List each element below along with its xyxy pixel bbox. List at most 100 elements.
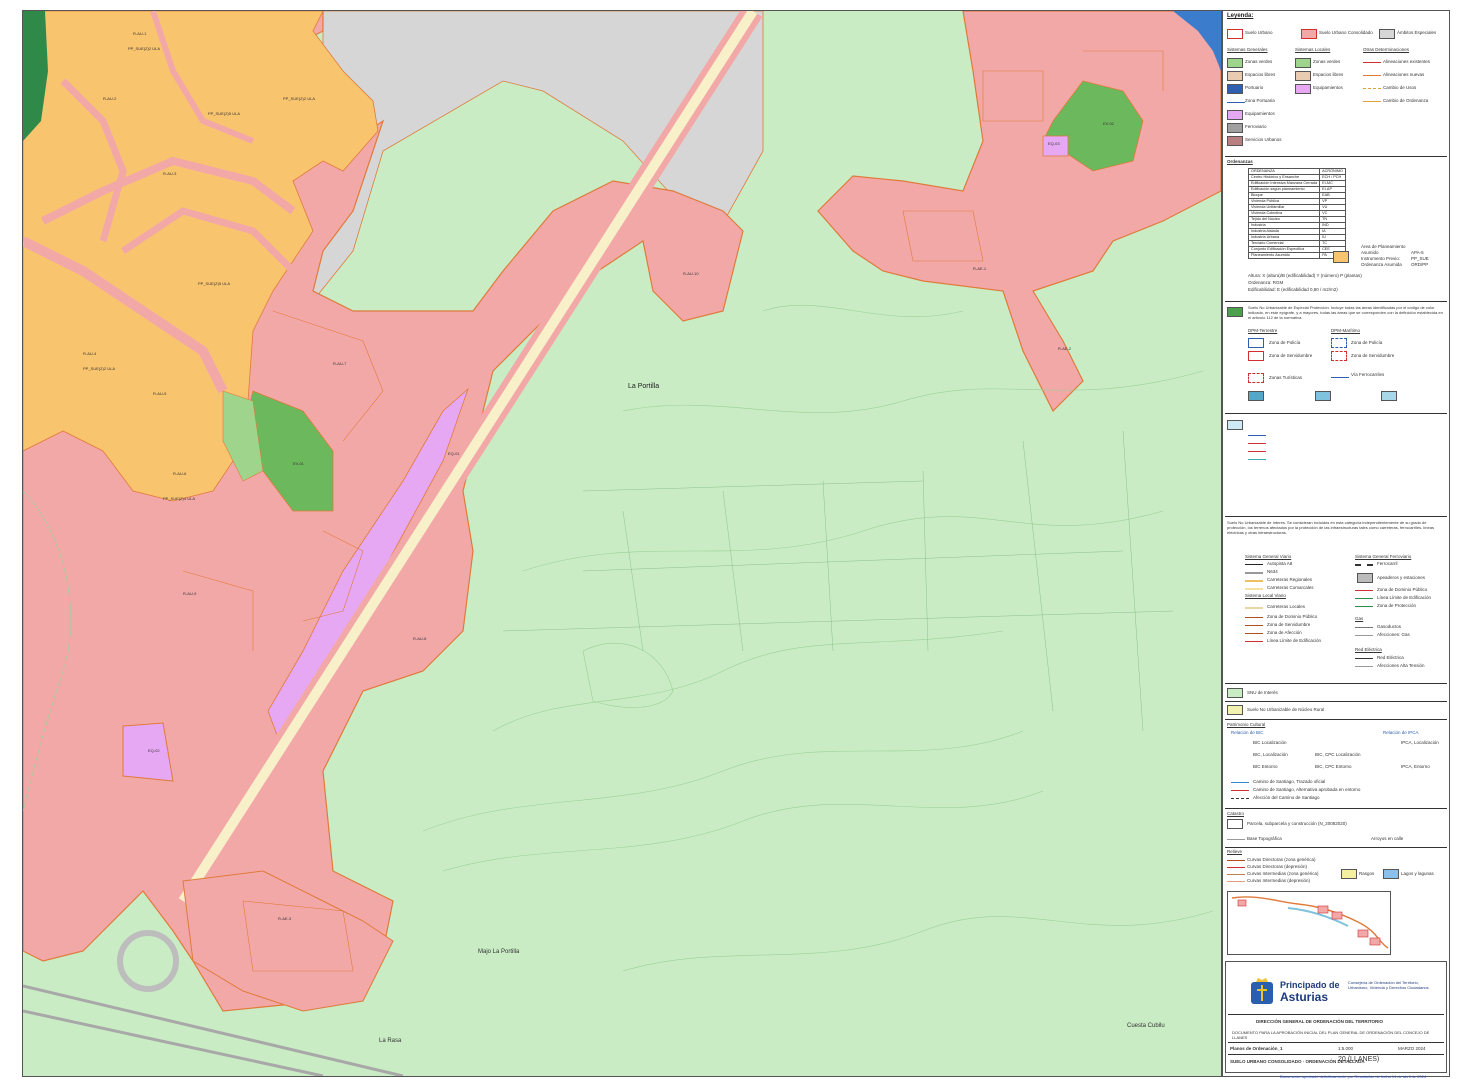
legend-swatch bbox=[1331, 351, 1347, 361]
legend-item: Cambio de Ordenanza bbox=[1383, 98, 1429, 103]
legend-item: Suelo Urbano bbox=[1245, 30, 1273, 35]
legend-title: Leyenda: bbox=[1227, 13, 1254, 19]
legend-line bbox=[1355, 606, 1373, 607]
legend-line bbox=[1231, 790, 1249, 791]
legend-item: Camino de Santiago, Trazado oficial bbox=[1253, 779, 1326, 784]
legend-line bbox=[1355, 598, 1373, 599]
plano-label: Planos de Ordenación_1 bbox=[1230, 1046, 1283, 1051]
patrimonio-title: Patrimonio Cultural bbox=[1227, 722, 1266, 727]
consejeria: Consejería de Ordenación del Territorio,… bbox=[1348, 980, 1429, 990]
legend-item: BIC, CPC Entorno bbox=[1315, 764, 1352, 769]
legend-item: Zonas verdes bbox=[1313, 59, 1341, 64]
legend-swatch bbox=[1379, 29, 1395, 39]
legend-line bbox=[1245, 564, 1263, 565]
legend-item: Línea Límite de Edificación bbox=[1377, 595, 1432, 600]
legend-swatch bbox=[1295, 84, 1311, 94]
legend-item: BIC Entorno bbox=[1253, 764, 1278, 769]
legend-line bbox=[1363, 75, 1381, 76]
zone-code: R-AU-1 bbox=[133, 31, 147, 36]
legend-swatch bbox=[1248, 351, 1264, 361]
zone-code: EQ-01 bbox=[448, 451, 460, 456]
legend-item: Afección del Camino de Santiago bbox=[1253, 795, 1320, 800]
legend-swatch bbox=[1227, 84, 1243, 94]
legend-item: BIC, CPC Localización bbox=[1315, 752, 1361, 757]
legend-item: Línea Límite de Edificación bbox=[1267, 638, 1322, 643]
bic-title: Relación de BIC bbox=[1231, 730, 1264, 735]
legend-header: Otras Determinaciones bbox=[1363, 47, 1410, 52]
legend-line bbox=[1245, 641, 1263, 642]
legend-item: Zona de Afección bbox=[1267, 630, 1302, 635]
legend-line bbox=[1248, 459, 1266, 460]
legend-item: Zona de Policía bbox=[1269, 340, 1301, 345]
zone-code: EV-01 bbox=[293, 461, 304, 466]
legend-line bbox=[1248, 451, 1266, 452]
legend-item: BIC Localización bbox=[1253, 740, 1287, 745]
map-canvas[interactable]: La Portilla Majo La Portilla La Rasa Cue… bbox=[22, 10, 1222, 1077]
legend-item: Apeaderos y estaciones bbox=[1377, 575, 1426, 580]
footer-approval-link[interactable]: Documento aprobado definitivamente por R… bbox=[1280, 1074, 1426, 1079]
legend-item: Cambio de Usos bbox=[1383, 85, 1417, 90]
legend-swatch bbox=[1315, 391, 1331, 401]
legend-item: Espacios libres bbox=[1313, 72, 1344, 77]
alturas-row: Edificabilidad: E (edificabilidad 0,80 /… bbox=[1248, 287, 1338, 292]
escala: 1:5.000 bbox=[1338, 1046, 1354, 1051]
legend-line bbox=[1355, 635, 1373, 636]
legend-swatch bbox=[1227, 819, 1243, 829]
legend-swatch bbox=[1295, 58, 1311, 68]
legend-item: Alineaciones existentes bbox=[1383, 59, 1431, 64]
sector-label: PP_SUE(Z)2 ULA bbox=[83, 366, 116, 371]
legend-swatch bbox=[1341, 869, 1357, 879]
legend-panel: Leyenda: Suelo Urbano Suelo Urbano Conso… bbox=[1222, 10, 1450, 1077]
legend-item: Rasgos bbox=[1359, 871, 1375, 876]
legend-item: Zonas verdes bbox=[1245, 59, 1273, 64]
zone-code: EV-02 bbox=[1103, 121, 1114, 126]
legend-item: Equipamientos bbox=[1313, 85, 1343, 90]
sncpp-paragraph: Suelo No Urbanizable de Especial Protecc… bbox=[1248, 305, 1443, 320]
legend-item: Camino de Santiago, Alternativa aprobada… bbox=[1253, 787, 1361, 792]
place-la-rasa: La Rasa bbox=[379, 1038, 402, 1044]
alturas-row: Ordenanza: RGM bbox=[1248, 280, 1284, 285]
legend-item: Curvas Directoras (depresión) bbox=[1247, 864, 1308, 869]
legend-line bbox=[1363, 62, 1381, 63]
place-majo-la-portilla: Majo La Portilla bbox=[478, 949, 520, 955]
zone-code: R-AU-3 bbox=[163, 171, 177, 176]
legend-line bbox=[1363, 101, 1381, 102]
legend-item: Ámbitos Especiales bbox=[1397, 30, 1437, 35]
alturas-row: Altura: X (altura)/B (edificabilidad) Y … bbox=[1248, 273, 1362, 278]
legend-swatch bbox=[1248, 338, 1264, 348]
legend-item: Parcela, subparcela y construcción (N_20… bbox=[1247, 821, 1347, 826]
legend-side-note: Instrumento Previo: bbox=[1361, 256, 1401, 261]
legend-swatch bbox=[1331, 338, 1347, 348]
legend-line bbox=[1355, 564, 1373, 566]
legend-item: N634 bbox=[1267, 569, 1278, 574]
legend-item: IPCA, Localización bbox=[1401, 740, 1439, 745]
legend-line bbox=[1245, 572, 1263, 574]
costas-title: DPM-Terrestre bbox=[1248, 328, 1278, 333]
zone-code: R-AE-2 bbox=[1058, 346, 1072, 351]
legend-item: Zona de Servidumbre bbox=[1267, 622, 1311, 627]
sector-label: PP_SUE(Z)2 ULA bbox=[283, 96, 316, 101]
legend-line bbox=[1245, 580, 1263, 582]
legend-line bbox=[1231, 782, 1249, 783]
legend-swatch bbox=[1227, 705, 1243, 715]
documento: DOCUMENTO PARA LA APROBACIÓN INICIAL DEL… bbox=[1232, 1030, 1430, 1040]
legend-swatch bbox=[1227, 136, 1243, 146]
zone-code: R-AU-5 bbox=[153, 391, 167, 396]
legend-item: SNU de Interés bbox=[1247, 690, 1278, 695]
legend-item: Espacios libres bbox=[1245, 72, 1276, 77]
legend-item: Arroyos en calle bbox=[1371, 836, 1404, 841]
legend-line bbox=[1245, 633, 1263, 634]
legend-item: Carreteras Regionales bbox=[1267, 577, 1313, 582]
legend-item: Red Eléctrica bbox=[1377, 655, 1404, 660]
legend-item: Zona de Servidumbre bbox=[1351, 353, 1395, 358]
org-line2: Asturias bbox=[1280, 990, 1329, 1004]
legend-item: Zona de Servidumbre bbox=[1269, 353, 1313, 358]
legend-item: Afecciones Alta Tensión bbox=[1377, 663, 1425, 668]
legend-item: Curvas Directoras (zona genérica) bbox=[1247, 857, 1316, 862]
legend-swatch bbox=[1381, 391, 1397, 401]
legend-item: Carreteras Locales bbox=[1267, 604, 1306, 609]
legend-line bbox=[1248, 435, 1266, 436]
legend-item: IPCA, Entorno bbox=[1401, 764, 1430, 769]
legend-item: Suelo Urbano Consolidado bbox=[1319, 30, 1373, 35]
legend-line bbox=[1355, 658, 1373, 659]
